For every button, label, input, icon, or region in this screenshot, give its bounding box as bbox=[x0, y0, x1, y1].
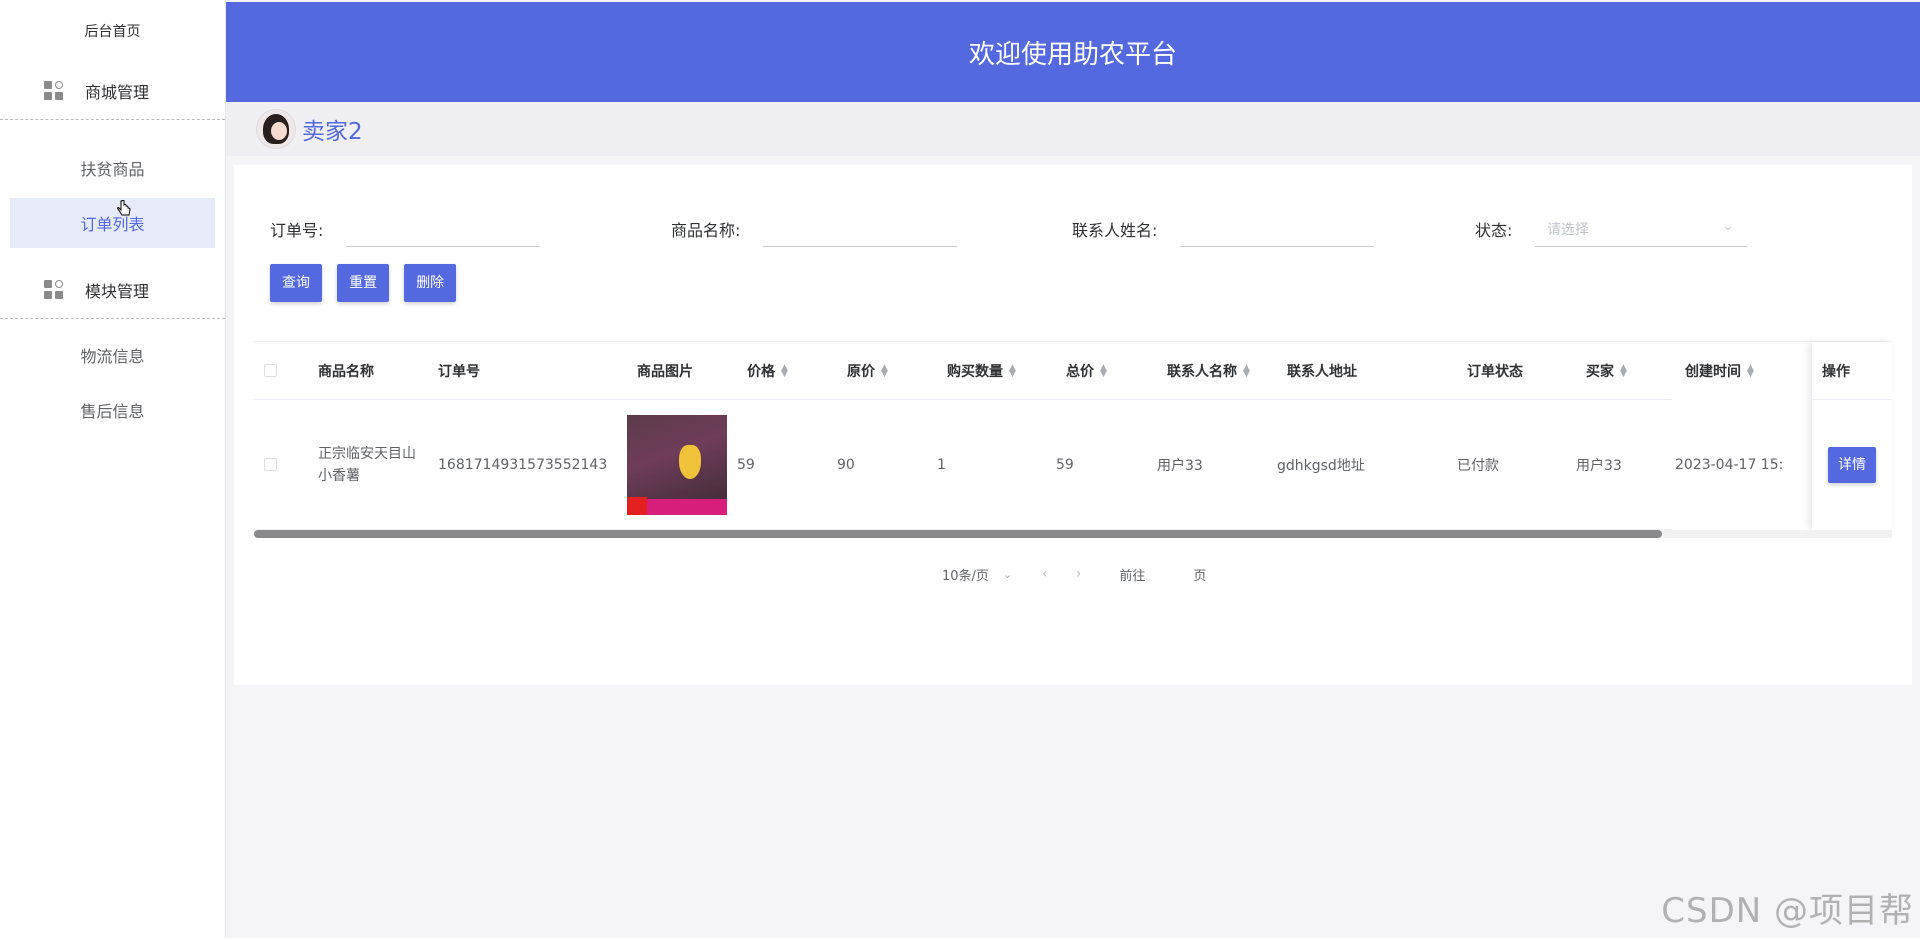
next-page-icon[interactable]: › bbox=[1076, 566, 1082, 582]
sort-icon[interactable]: ▲ ▼ bbox=[1009, 363, 1016, 378]
scrollbar-thumb[interactable] bbox=[254, 530, 1662, 538]
cell-product-image bbox=[617, 400, 727, 529]
col-contact-address: 联系人地址 bbox=[1287, 363, 1357, 380]
goto-label: 前往 bbox=[1119, 568, 1146, 584]
sidebar-group-label: 模块管理 bbox=[85, 281, 150, 301]
cell-buyer: 用户33 bbox=[1576, 457, 1622, 474]
col-order-status: 订单状态 bbox=[1467, 363, 1523, 380]
sidebar-group-modules[interactable]: 模块管理 bbox=[0, 261, 225, 319]
cell-product-name: 正宗临安天目山小香薯 bbox=[318, 445, 416, 484]
cell-original-price: 90 bbox=[837, 456, 855, 473]
chevron-down-icon: ⌄ bbox=[1002, 567, 1013, 581]
query-button[interactable]: 查询 bbox=[270, 264, 322, 302]
sort-icon[interactable]: ▲ ▼ bbox=[1243, 363, 1250, 378]
sort-icon[interactable]: ▲ ▼ bbox=[1747, 363, 1754, 378]
sidebar-group-mall[interactable]: 商城管理 bbox=[0, 62, 225, 120]
cell-quantity: 1 bbox=[937, 456, 946, 473]
select-all-checkbox[interactable] bbox=[264, 364, 277, 377]
col-buyer[interactable]: 买家 ▲ ▼ bbox=[1576, 342, 1627, 399]
header-title: 欢迎使用助农平台 bbox=[968, 39, 1177, 70]
col-action: 操作 bbox=[1812, 342, 1892, 400]
cell-order-status: 已付款 bbox=[1457, 457, 1499, 474]
cell-order-no: 1681714931573552143 bbox=[438, 456, 608, 473]
horizontal-scrollbar[interactable] bbox=[254, 530, 1892, 538]
search-form: 订单号: 商品名称: 联系人姓名: 状态: 请选择 ⌄ bbox=[234, 207, 1912, 247]
detail-button[interactable]: 详情 bbox=[1828, 447, 1876, 483]
order-no-input[interactable] bbox=[346, 207, 540, 247]
action-buttons: 查询 重置 删除 bbox=[270, 264, 466, 302]
cell-price: 59 bbox=[737, 456, 755, 473]
contact-name-label: 联系人姓名: bbox=[1072, 221, 1158, 240]
col-product-name: 商品名称 bbox=[318, 363, 374, 380]
fixed-action-column: 操作 详情 bbox=[1812, 342, 1892, 530]
table-row: 正宗临安天目山小香薯 1681714931573552143 59 90 1 5… bbox=[254, 400, 1782, 530]
col-original-price[interactable]: 原价 ▲ ▼ bbox=[837, 342, 888, 399]
order-no-label: 订单号: bbox=[270, 221, 324, 240]
row-checkbox[interactable] bbox=[264, 458, 277, 471]
product-name-label: 商品名称: bbox=[671, 221, 741, 240]
chevron-down-icon: ⌄ bbox=[1722, 219, 1733, 233]
sidebar-item-products[interactable]: 扶贫商品 bbox=[10, 143, 215, 193]
menu-grid-icon bbox=[44, 80, 64, 101]
page-size-label: 10条/页 bbox=[942, 568, 989, 584]
col-contact-name[interactable]: 联系人名称 ▲ ▼ bbox=[1157, 342, 1250, 399]
status-select[interactable]: 请选择 ⌄ bbox=[1535, 207, 1747, 247]
sidebar: 后台首页 商城管理 扶贫商品 订单列表 模块管理 物流信息 售后信息 bbox=[0, 0, 226, 938]
pagination: 10条/页 ⌄ ‹ › 前往 页 bbox=[942, 560, 1206, 588]
reset-button[interactable]: 重置 bbox=[337, 264, 390, 302]
menu-grid-icon bbox=[44, 279, 64, 300]
hand-cursor-icon bbox=[117, 200, 131, 216]
cell-total: 59 bbox=[1056, 456, 1074, 473]
sidebar-home[interactable]: 后台首页 bbox=[0, 0, 225, 62]
cell-created: 2023-04-17 15:02:1 bbox=[1675, 456, 1782, 473]
col-quantity[interactable]: 购买数量 ▲ ▼ bbox=[937, 342, 1016, 399]
watermark: CSDN @项目帮 bbox=[1661, 891, 1914, 931]
sidebar-item-aftersales[interactable]: 售后信息 bbox=[10, 385, 215, 435]
product-image[interactable] bbox=[627, 414, 727, 515]
main-card: 订单号: 商品名称: 联系人姓名: 状态: 请选择 ⌄ 查询 重置 删除 商品名… bbox=[234, 165, 1912, 685]
col-order-no: 订单号 bbox=[438, 363, 480, 380]
delete-button[interactable]: 删除 bbox=[404, 264, 457, 302]
sidebar-item-logistics[interactable]: 物流信息 bbox=[10, 330, 215, 380]
table-header: 商品名称 订单号 商品图片 价格 ▲ ▼ 原价 ▲ ▼ 购买数量 ▲ ▼ 总价 ▲ ▼ 联系人名… bbox=[254, 342, 1754, 400]
col-created[interactable]: 创建时间 ▲ ▼ bbox=[1675, 342, 1795, 399]
user-name: 卖家2 bbox=[302, 119, 363, 145]
page-size-select[interactable]: 10条/页 ⌄ bbox=[942, 565, 1012, 584]
cell-contact-address: gdhkgsd地址 bbox=[1277, 457, 1365, 474]
sort-icon[interactable]: ▲ ▼ bbox=[1620, 363, 1627, 378]
contact-name-input[interactable] bbox=[1180, 207, 1374, 247]
sort-icon[interactable]: ▲ ▼ bbox=[881, 363, 888, 378]
status-placeholder: 请选择 bbox=[1547, 222, 1589, 238]
sort-icon[interactable]: ▲ ▼ bbox=[1100, 363, 1107, 378]
col-product-image: 商品图片 bbox=[637, 363, 693, 380]
product-name-input[interactable] bbox=[763, 207, 957, 247]
cell-contact-name: 用户33 bbox=[1157, 457, 1203, 474]
page-label: 页 bbox=[1193, 568, 1207, 584]
orders-table: 商品名称 订单号 商品图片 价格 ▲ ▼ 原价 ▲ ▼ 购买数量 ▲ ▼ 总价 ▲ ▼ 联系人名… bbox=[254, 341, 1892, 539]
col-total[interactable]: 总价 ▲ ▼ bbox=[1056, 342, 1107, 399]
user-bar: 卖家2 bbox=[226, 102, 1920, 156]
prev-page-icon[interactable]: ‹ bbox=[1042, 566, 1048, 582]
sidebar-item-orders[interactable]: 订单列表 bbox=[10, 198, 215, 248]
status-label: 状态: bbox=[1475, 221, 1513, 240]
sidebar-group-label: 商城管理 bbox=[85, 82, 150, 102]
sort-icon[interactable]: ▲ ▼ bbox=[781, 363, 788, 378]
avatar[interactable] bbox=[256, 109, 296, 149]
col-price[interactable]: 价格 ▲ ▼ bbox=[737, 342, 788, 399]
page-header: 欢迎使用助农平台 bbox=[226, 2, 1920, 102]
